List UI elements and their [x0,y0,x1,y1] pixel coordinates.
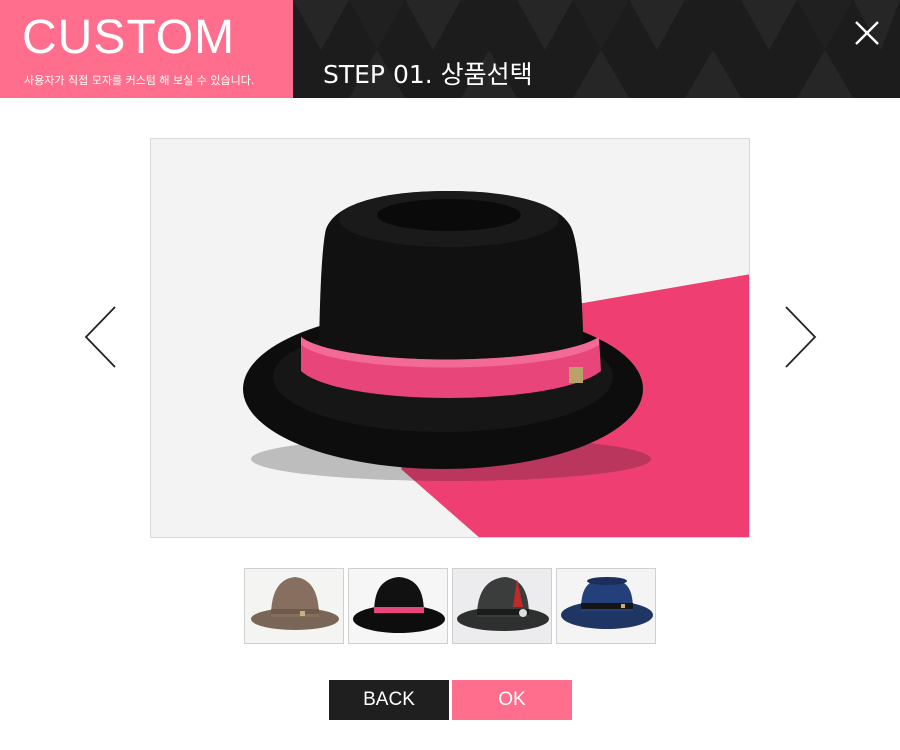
prev-button[interactable] [84,305,118,369]
ok-button[interactable]: OK [452,680,572,720]
chevron-right-icon [785,306,817,368]
chevron-left-icon [84,306,116,368]
thumbnail-strip [244,568,656,644]
header: CUSTOM 사용자가 직접 모자를 커스텀 해 보실 수 있습니다. STEP… [0,0,900,98]
thumbnail-navy-porkpie[interactable] [556,568,656,644]
next-button[interactable] [783,305,817,369]
black-porkpie-image [349,569,447,643]
thumbnail-brown-fedora[interactable] [244,568,344,644]
hat-photo [151,139,749,537]
step-title: STEP 01. 상품선택 [323,60,533,89]
thumbnail-charcoal-fedora[interactable] [452,568,552,644]
brand-subtitle: 사용자가 직접 모자를 커스텀 해 보실 수 있습니다. [24,74,255,87]
back-button[interactable]: BACK [329,680,449,720]
brown-fedora-image [245,569,343,643]
close-icon [855,21,879,45]
brand-block: CUSTOM 사용자가 직접 모자를 커스텀 해 보실 수 있습니다. [0,0,293,98]
brand-title: CUSTOM [22,11,236,64]
navy-porkpie-image [557,569,655,643]
close-button[interactable] [852,18,882,48]
thumbnail-black-porkpie[interactable] [348,568,448,644]
main-product-image [150,138,750,538]
charcoal-fedora-image [453,569,551,643]
step-bar: STEP 01. 상품선택 [293,0,900,98]
